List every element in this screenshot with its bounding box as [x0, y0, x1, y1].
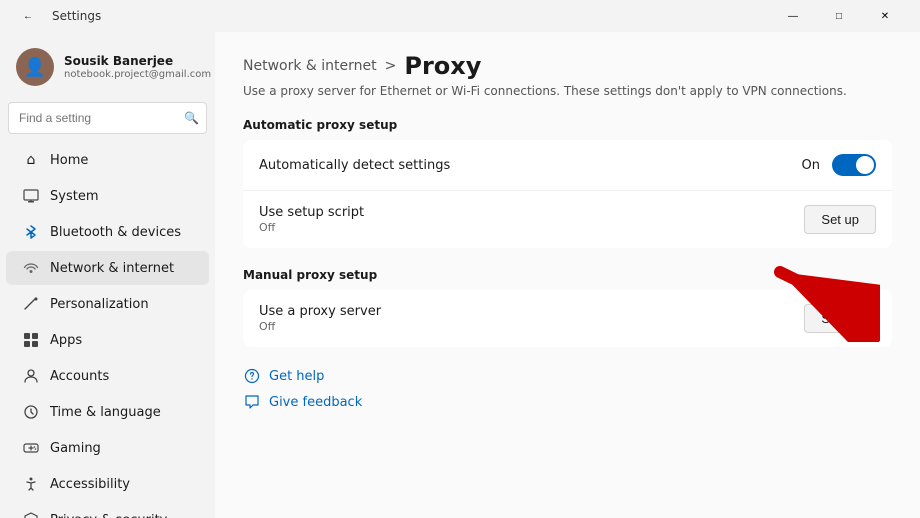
back-button[interactable]: ←	[12, 0, 44, 32]
sidebar-item-label: Gaming	[50, 441, 101, 456]
breadcrumb-parent[interactable]: Network & internet	[243, 58, 377, 74]
give-feedback-link[interactable]: Give feedback	[243, 393, 892, 411]
automatic-proxy-card: Automatically detect settings On Use set…	[243, 140, 892, 248]
sidebar-item-system[interactable]: System	[6, 179, 209, 213]
toggle-thumb	[856, 156, 874, 174]
sidebar-item-label: Apps	[50, 333, 82, 348]
user-email: notebook.project@gmail.com	[64, 69, 211, 80]
setup-script-sublabel: Off	[259, 221, 364, 234]
sidebar: 👤 Sousik Banerjee notebook.project@gmail…	[0, 32, 215, 518]
proxy-server-row: Use a proxy server Off Set up	[243, 290, 892, 347]
user-name: Sousik Banerjee	[64, 54, 211, 68]
breadcrumb: Network & internet > Proxy	[243, 52, 892, 80]
window-controls: — □ ✕	[770, 0, 908, 32]
proxy-server-setup-button[interactable]: Set up	[804, 304, 876, 333]
close-button[interactable]: ✕	[862, 0, 908, 32]
personalization-icon	[22, 295, 40, 313]
auto-detect-label: Automatically detect settings	[259, 158, 450, 173]
proxy-server-label: Use a proxy server	[259, 304, 381, 319]
accounts-icon	[22, 367, 40, 385]
avatar: 👤	[16, 48, 54, 86]
get-help-link[interactable]: Get help	[243, 367, 892, 385]
page-title: Proxy	[404, 52, 481, 80]
sidebar-item-label: Network & internet	[50, 261, 174, 276]
automatic-proxy-section-title: Automatic proxy setup	[243, 118, 892, 132]
sidebar-item-accounts[interactable]: Accounts	[6, 359, 209, 393]
search-input[interactable]	[8, 102, 207, 134]
app-body: 👤 Sousik Banerjee notebook.project@gmail…	[0, 32, 920, 518]
get-help-label: Get help	[269, 369, 324, 384]
feedback-icon	[243, 393, 261, 411]
page-description: Use a proxy server for Ethernet or Wi-Fi…	[243, 84, 892, 98]
sidebar-item-label: Privacy & security	[50, 513, 167, 518]
sidebar-item-home[interactable]: ⌂ Home	[6, 143, 209, 177]
apps-icon	[22, 331, 40, 349]
sidebar-item-privacy[interactable]: Privacy & security	[6, 503, 209, 518]
manual-proxy-section-title: Manual proxy setup	[243, 268, 892, 282]
get-help-icon	[243, 367, 261, 385]
system-icon	[22, 187, 40, 205]
sidebar-item-label: Accounts	[50, 369, 109, 384]
gaming-icon	[22, 439, 40, 457]
sidebar-item-personalization[interactable]: Personalization	[6, 287, 209, 321]
main-content: Network & internet > Proxy Use a proxy s…	[215, 32, 920, 518]
auto-detect-toggle[interactable]	[832, 154, 876, 176]
setup-script-label: Use setup script	[259, 205, 364, 220]
sidebar-item-label: Accessibility	[50, 477, 130, 492]
bluetooth-icon	[22, 223, 40, 241]
time-icon	[22, 403, 40, 421]
search-box[interactable]: 🔍	[8, 102, 207, 134]
sidebar-item-label: Personalization	[50, 297, 149, 312]
sidebar-item-accessibility[interactable]: Accessibility	[6, 467, 209, 501]
give-feedback-label: Give feedback	[269, 395, 362, 410]
user-profile[interactable]: 👤 Sousik Banerjee notebook.project@gmail…	[0, 40, 215, 102]
sidebar-item-network[interactable]: Network & internet	[6, 251, 209, 285]
manual-proxy-card: Use a proxy server Off Set up	[243, 290, 892, 347]
maximize-button[interactable]: □	[816, 0, 862, 32]
titlebar-title: Settings	[52, 9, 101, 23]
toggle-on-label: On	[802, 158, 820, 173]
minimize-button[interactable]: —	[770, 0, 816, 32]
home-icon: ⌂	[22, 151, 40, 169]
sidebar-item-apps[interactable]: Apps	[6, 323, 209, 357]
sidebar-item-label: Home	[50, 153, 88, 168]
network-icon	[22, 259, 40, 277]
sidebar-item-time[interactable]: Time & language	[6, 395, 209, 429]
help-links: Get help Give feedback	[243, 367, 892, 411]
sidebar-item-label: Time & language	[50, 405, 161, 420]
accessibility-icon	[22, 475, 40, 493]
sidebar-item-gaming[interactable]: Gaming	[6, 431, 209, 465]
setup-script-button[interactable]: Set up	[804, 205, 876, 234]
proxy-server-sublabel: Off	[259, 320, 381, 333]
privacy-icon	[22, 511, 40, 518]
search-icon: 🔍	[184, 111, 199, 125]
sidebar-item-label: System	[50, 189, 98, 204]
setup-script-row: Use setup script Off Set up	[243, 191, 892, 248]
auto-detect-row: Automatically detect settings On	[243, 140, 892, 191]
sidebar-item-label: Bluetooth & devices	[50, 225, 181, 240]
titlebar: ← Settings — □ ✕	[0, 0, 920, 32]
sidebar-item-bluetooth[interactable]: Bluetooth & devices	[6, 215, 209, 249]
breadcrumb-separator: >	[385, 58, 397, 74]
